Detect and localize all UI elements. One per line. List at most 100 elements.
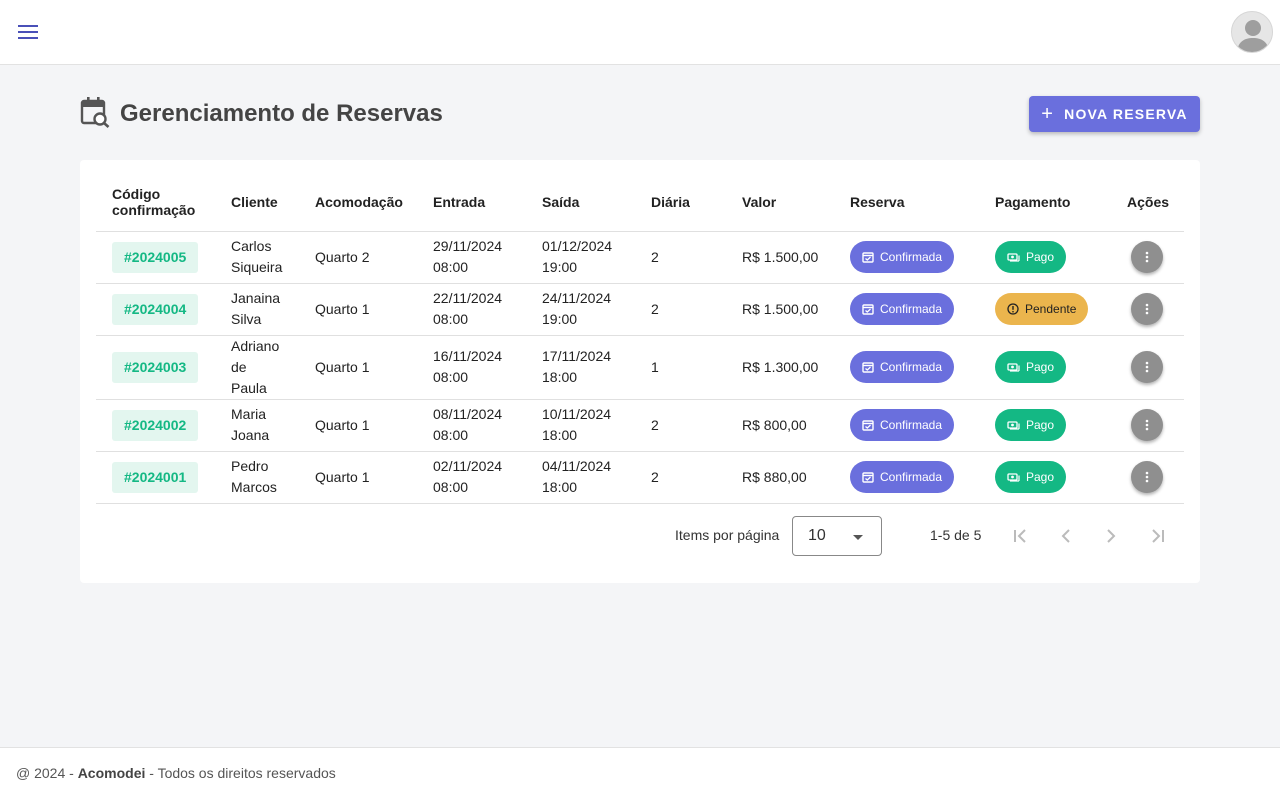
checkin-time: 08:00 <box>433 427 469 443</box>
more-vert-icon <box>1145 303 1149 315</box>
col-checkout[interactable]: Saída <box>542 174 651 232</box>
checkin-time: 08:00 <box>433 311 469 327</box>
client-name-line: Silva <box>231 311 262 327</box>
payment-status-chip[interactable]: Pago <box>995 241 1067 273</box>
cell-value: R$ 880,00 <box>742 451 850 504</box>
confirmation-code-badge[interactable]: #2024005 <box>112 241 199 273</box>
client-name-line: Pedro <box>231 458 269 474</box>
page-header: Gerenciamento de Reservas <box>80 96 443 132</box>
cell-actions <box>1127 335 1184 400</box>
payment-status-label: Pago <box>1026 469 1055 484</box>
cell-checkout: 17/11/2024 18:00 <box>542 335 651 400</box>
cell-checkin: 02/11/2024 08:00 <box>433 451 542 504</box>
confirmation-code-badge[interactable]: #2024001 <box>112 461 199 493</box>
bookings-card: Código confirmação Cliente Acomodação En… <box>80 160 1200 583</box>
new-booking-button[interactable]: + NOVA RESERVA <box>1029 96 1200 132</box>
col-checkin[interactable]: Entrada <box>433 174 542 232</box>
table-row: #2024001 Pedro Marcos Quarto 1 02/11/2024 08:… <box>96 451 1184 504</box>
next-page-icon[interactable] <box>1099 524 1123 548</box>
more-vert-icon <box>1145 419 1149 431</box>
user-avatar-icon[interactable] <box>1231 11 1273 53</box>
calendar-search-icon <box>80 96 110 133</box>
table-row: #2024003 Adriano de Paula Quarto 1 16/11/2024… <box>96 335 1184 400</box>
paginator: Items por página 10 1-5 de 5 <box>80 516 1200 556</box>
checkout-time: 18:00 <box>542 369 578 385</box>
cell-nights: 2 <box>651 231 742 284</box>
col-payment[interactable]: Pagamento <box>995 174 1127 232</box>
booking-status-label: Confirmada <box>880 359 943 374</box>
client-name-line: Paula <box>231 379 267 396</box>
last-page-icon[interactable] <box>1145 524 1169 548</box>
client-name-line: Siqueira <box>231 259 283 275</box>
col-room[interactable]: Acomodação <box>315 174 433 232</box>
booking-status-label: Confirmada <box>880 301 943 316</box>
cell-code: #2024004 <box>96 283 231 336</box>
cell-checkin: 22/11/2024 08:00 <box>433 283 542 336</box>
cell-payment: Pago <box>995 451 1127 504</box>
cell-checkout: 10/11/2024 18:00 <box>542 399 651 452</box>
checkout-date: 01/12/2024 <box>542 238 613 254</box>
confirmation-code-badge[interactable]: #2024004 <box>112 293 199 325</box>
payment-status-label: Pago <box>1026 417 1055 432</box>
payment-status-chip[interactable]: Pago <box>995 351 1067 383</box>
previous-page-icon[interactable] <box>1054 524 1078 548</box>
checkout-time: 18:00 <box>542 479 578 495</box>
cell-booking: Confirmada <box>850 231 995 284</box>
booking-status-chip[interactable]: Confirmada <box>850 351 955 383</box>
cell-actions <box>1127 231 1184 284</box>
checkout-date: 24/11/2024 <box>542 290 612 306</box>
payment-status-chip[interactable]: Pago <box>995 409 1067 441</box>
cell-payment: Pago <box>995 335 1127 400</box>
cash-icon <box>1007 472 1020 482</box>
more-actions-button[interactable] <box>1131 461 1163 493</box>
page-size-select[interactable]: 10 <box>792 516 882 556</box>
cell-checkin: 08/11/2024 08:00 <box>433 399 542 452</box>
calendar-check-icon <box>862 419 874 431</box>
col-code[interactable]: Código confirmação <box>96 174 231 232</box>
col-value[interactable]: Valor <box>742 174 850 232</box>
checkin-date: 29/11/2024 <box>433 238 503 254</box>
table-row: #2024002 Maria Joana Quarto 1 08/11/2024 08:0… <box>96 399 1184 452</box>
calendar-check-icon <box>862 361 874 373</box>
more-vert-icon <box>1145 471 1149 483</box>
cell-client: Carlos Siqueira <box>231 231 315 284</box>
confirmation-code-badge[interactable]: #2024003 <box>112 351 199 383</box>
page-title: Gerenciamento de Reservas <box>120 100 443 127</box>
col-client[interactable]: Cliente <box>231 174 315 232</box>
page-range: 1-5 de 5 <box>930 527 982 543</box>
col-nights[interactable]: Diária <box>651 174 742 232</box>
checkin-date: 02/11/2024 <box>433 458 503 474</box>
col-booking[interactable]: Reserva <box>850 174 995 232</box>
page-size-value: 10 <box>808 527 826 544</box>
cell-value: R$ 1.500,00 <box>742 283 850 336</box>
cell-booking: Confirmada <box>850 451 995 504</box>
more-actions-button[interactable] <box>1131 241 1163 273</box>
booking-status-chip[interactable]: Confirmada <box>850 241 955 273</box>
checkout-time: 19:00 <box>542 259 578 275</box>
payment-status-chip[interactable]: Pago <box>995 461 1067 493</box>
confirmation-code-badge[interactable]: #2024002 <box>112 409 199 441</box>
cell-booking: Confirmada <box>850 283 995 336</box>
booking-status-label: Confirmada <box>880 417 943 432</box>
checkin-time: 08:00 <box>433 479 469 495</box>
cell-code: #2024005 <box>96 231 231 284</box>
payment-status-chip[interactable]: Pendente <box>995 293 1089 325</box>
cell-room: Quarto 1 <box>315 335 433 400</box>
cash-icon <box>1007 362 1020 372</box>
checkin-date: 08/11/2024 <box>433 406 503 422</box>
more-actions-button[interactable] <box>1131 351 1163 383</box>
client-name-line: de <box>231 358 247 375</box>
payment-status-label: Pendente <box>1025 301 1077 316</box>
cell-payment: Pago <box>995 231 1127 284</box>
more-actions-button[interactable] <box>1131 409 1163 441</box>
booking-status-chip[interactable]: Confirmada <box>850 409 955 441</box>
calendar-check-icon <box>862 251 874 263</box>
checkout-date: 17/11/2024 <box>542 348 612 364</box>
booking-status-chip[interactable]: Confirmada <box>850 293 955 325</box>
more-actions-button[interactable] <box>1131 293 1163 325</box>
menu-icon[interactable] <box>14 18 42 46</box>
booking-status-chip[interactable]: Confirmada <box>850 461 955 493</box>
cell-client: Janaina Silva <box>231 283 315 336</box>
first-page-icon[interactable] <box>1009 524 1033 548</box>
col-actions: Ações <box>1127 174 1184 232</box>
